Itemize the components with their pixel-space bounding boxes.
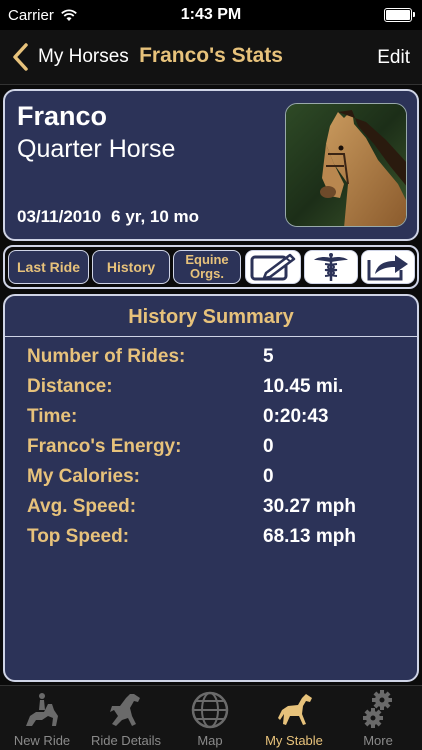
tab-label: More	[363, 733, 393, 748]
stat-value: 5	[263, 346, 274, 367]
stat-label: Time:	[27, 406, 78, 427]
stat-value: 10.45 mi.	[263, 376, 344, 397]
stat-row: My Calories: 0	[27, 466, 407, 494]
tab-ride-details[interactable]: Ride Details	[84, 686, 168, 750]
stat-value: 68.13 mph	[263, 526, 356, 547]
horse-profile-card: Franco Quarter Horse 03/11/2010 6 yr, 10 …	[3, 89, 419, 241]
stat-label: Franco's Energy:	[27, 436, 182, 457]
navigation-bar: My Horses Franco's Stats Edit	[0, 30, 422, 85]
status-bar: Carrier 1:43 PM	[0, 0, 422, 30]
horse-name: Franco	[17, 101, 108, 131]
tab-more[interactable]: More	[336, 686, 420, 750]
tab-label: Ride Details	[90, 733, 162, 748]
tab-new-ride[interactable]: New Ride	[0, 686, 84, 750]
share-icon	[367, 255, 408, 281]
stat-label: Top Speed:	[27, 526, 130, 547]
clock: 1:43 PM	[180, 6, 242, 23]
tab-label: Map	[197, 733, 223, 748]
tab-my-stable[interactable]: My Stable	[252, 686, 336, 750]
tab-bar: New Ride Ride Details Map My Stable More	[0, 685, 422, 750]
equine-orgs-label-line2: Orgs.	[190, 266, 224, 281]
stat-label: Distance:	[27, 376, 113, 397]
rearing-horse-icon	[110, 694, 140, 726]
globe-icon	[191, 691, 229, 729]
back-button-label: My Horses	[38, 46, 129, 67]
health-records-button[interactable]	[304, 250, 358, 284]
horse-icon	[278, 694, 312, 725]
tab-label: My Stable	[265, 733, 323, 748]
rider-icon	[26, 693, 58, 726]
history-summary-panel: History Summary Number of Rides: 5 Dista…	[3, 294, 419, 682]
stat-value: 0	[263, 466, 274, 487]
edit-icon	[250, 253, 296, 281]
edit-button[interactable]: Edit	[377, 47, 410, 69]
horse-age: 6 yr, 10 mo	[111, 207, 200, 226]
equine-orgs-label: Equine Orgs.	[185, 253, 228, 280]
tab-label: New Ride	[13, 733, 71, 748]
stat-label: My Calories:	[27, 466, 140, 487]
stat-row: Avg. Speed: 30.27 mph	[27, 496, 407, 524]
edit-horse-button[interactable]	[245, 250, 301, 284]
back-button[interactable]: My Horses	[10, 42, 129, 72]
stat-value: 0	[263, 436, 274, 457]
stat-row: Number of Rides: 5	[27, 346, 407, 374]
caduceus-icon	[314, 253, 348, 281]
stat-label: Avg. Speed:	[27, 496, 137, 517]
battery-icon	[384, 8, 415, 22]
stat-label: Number of Rides:	[27, 346, 186, 367]
horse-birthdate: 03/11/2010	[17, 207, 102, 226]
action-toolbar: Last Ride History Equine Orgs.	[3, 245, 419, 289]
stat-row: Franco's Energy: 0	[27, 436, 407, 464]
stat-row: Distance: 10.45 mi.	[27, 376, 407, 404]
stat-row: Top Speed: 68.13 mph	[27, 526, 407, 554]
horse-breed: Quarter Horse	[17, 135, 176, 163]
history-button[interactable]: History	[92, 250, 170, 284]
main-content: Franco Quarter Horse 03/11/2010 6 yr, 10 …	[0, 85, 422, 685]
equine-orgs-label-line1: Equine	[185, 252, 229, 268]
horse-portrait-image	[286, 104, 406, 226]
stat-value: 30.27 mph	[263, 496, 356, 517]
tab-map[interactable]: Map	[168, 686, 252, 750]
horse-birth-info: 03/11/2010 6 yr, 10 mo	[17, 207, 199, 227]
stat-row: Time: 0:20:43	[27, 406, 407, 434]
equine-orgs-button[interactable]: Equine Orgs.	[173, 250, 241, 284]
last-ride-button[interactable]: Last Ride	[8, 250, 89, 284]
history-summary-title: History Summary	[128, 306, 294, 328]
share-button[interactable]	[361, 250, 415, 284]
gears-icon	[363, 690, 392, 728]
chevron-left-icon	[13, 43, 28, 71]
summary-divider	[5, 336, 417, 337]
stat-value: 0:20:43	[263, 406, 329, 427]
horse-photo[interactable]	[285, 103, 407, 227]
